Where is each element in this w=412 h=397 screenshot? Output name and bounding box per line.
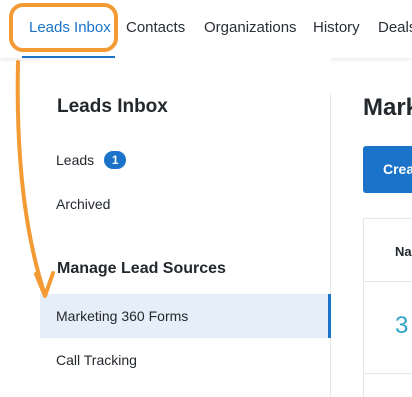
annotation-arrow-icon bbox=[15, 60, 55, 298]
